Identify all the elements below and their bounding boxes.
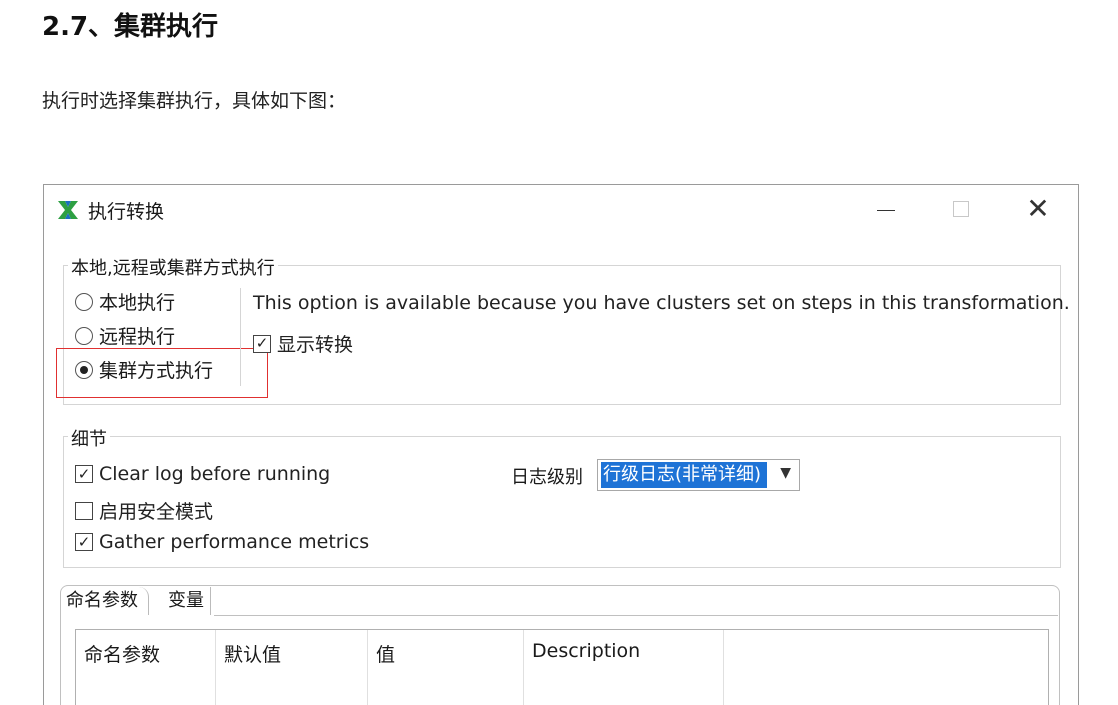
kettle-spoon-icon — [56, 199, 80, 221]
clear-log-checkbox[interactable]: ✓ Clear log before running — [75, 463, 330, 485]
minimize-icon — [877, 209, 895, 211]
intro-paragraph: 执行时选择集群执行，具体如下图： — [42, 90, 347, 112]
checkbox[interactable]: ✓ — [75, 465, 93, 483]
chevron-down-icon[interactable]: ▼ — [780, 465, 791, 481]
column-header-value[interactable]: 值 — [368, 630, 524, 705]
checkbox-label: 显示转换 — [277, 334, 354, 356]
safe-mode-checkbox[interactable]: 启用安全模式 — [75, 497, 213, 524]
cluster-availability-note: This option is available because you hav… — [253, 292, 1070, 314]
dialog-titlebar: 执行转换 ✕ — [44, 185, 1078, 233]
radio-selected-dot — [80, 365, 88, 374]
checkbox[interactable]: ✓ — [75, 533, 93, 551]
radio-local-execution[interactable]: 本地执行 — [75, 288, 175, 315]
maximize-icon — [953, 201, 969, 217]
checkbox-label: 启用安全模式 — [99, 501, 214, 523]
details-group: 细节 ✓ Clear log before running 启用安全模式 ✓ G… — [63, 425, 1061, 568]
execution-mode-legend: 本地,远程或集群方式执行 — [68, 254, 278, 280]
parameters-table: 命名参数 默认值 值 Description — [75, 629, 1049, 705]
radio-button[interactable] — [75, 292, 93, 311]
log-level-label: 日志级别 — [511, 467, 583, 488]
vertical-divider — [240, 288, 241, 386]
column-header-named-parameter[interactable]: 命名参数 — [76, 630, 216, 705]
show-transformation-checkbox[interactable]: ✓ 显示转换 — [253, 330, 353, 357]
section-heading: 2.7、集群执行 — [42, 12, 219, 42]
close-icon: ✕ — [1026, 192, 1050, 225]
log-level-value: 行级日志(非常详细) — [601, 462, 767, 488]
radio-button[interactable] — [75, 326, 93, 345]
checkbox-label: Gather performance metrics — [99, 531, 370, 553]
radio-remote-execution[interactable]: 远程执行 — [75, 322, 175, 349]
gather-metrics-checkbox[interactable]: ✓ Gather performance metrics — [75, 531, 369, 553]
column-header-description[interactable]: Description — [524, 630, 724, 705]
checkbox[interactable] — [75, 501, 93, 520]
tab-named-parameters[interactable]: 命名参数 — [62, 587, 149, 615]
details-legend: 细节 — [68, 425, 110, 451]
minimize-button[interactable] — [866, 193, 906, 225]
close-button[interactable]: ✕ — [1018, 193, 1058, 225]
execution-mode-group: 本地,远程或集群方式执行 本地执行 远程执行 集群方式执行 This optio… — [56, 254, 1070, 405]
radio-label: 远程执行 — [99, 326, 176, 348]
radio-cluster-execution[interactable]: 集群方式执行 — [75, 356, 213, 383]
tab-baseline — [214, 615, 1058, 616]
maximize-button[interactable] — [941, 193, 981, 225]
dialog-title: 执行转换 — [88, 201, 165, 223]
tab-variables[interactable]: 变量 — [164, 587, 211, 615]
log-level-select[interactable]: 行级日志(非常详细) ▼ — [597, 459, 800, 491]
radio-label: 集群方式执行 — [99, 360, 214, 382]
radio-label: 本地执行 — [99, 292, 176, 314]
checkbox[interactable]: ✓ — [253, 334, 271, 353]
checkbox-label: Clear log before running — [99, 463, 331, 485]
column-header-default-value[interactable]: 默认值 — [216, 630, 368, 705]
radio-button[interactable] — [75, 360, 93, 379]
run-transformation-dialog: 执行转换 ✕ 本地,远程或集群方式执行 本地执行 远程执行 集群方式执行 Thi… — [43, 184, 1079, 705]
